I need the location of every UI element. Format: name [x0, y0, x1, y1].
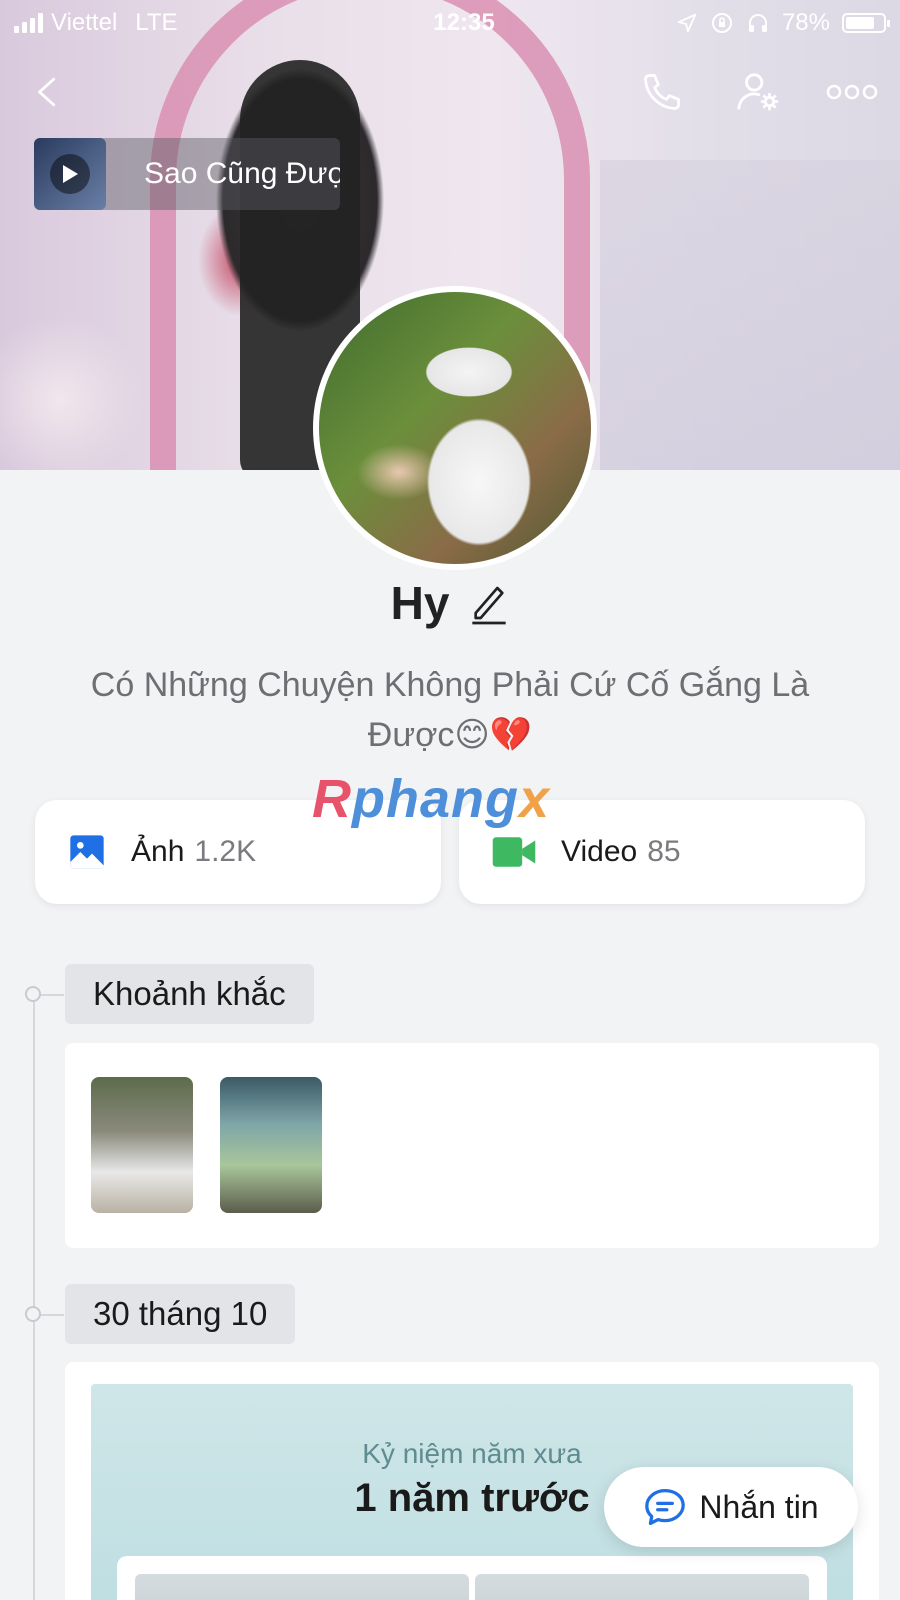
videos-count: 85: [647, 835, 681, 868]
message-button[interactable]: Nhắn tin: [604, 1467, 858, 1547]
back-button[interactable]: [20, 64, 76, 120]
moment-thumbnail[interactable]: [220, 1077, 322, 1213]
battery-percent: 78%: [781, 9, 830, 36]
signal-icon: [14, 13, 43, 33]
play-icon[interactable]: [50, 154, 90, 194]
timeline-line: [33, 994, 35, 1600]
image-icon: [70, 835, 104, 869]
moment-thumbnail[interactable]: [91, 1077, 193, 1213]
timeline-dot: [25, 1306, 41, 1322]
carrier-name: Viettel: [51, 9, 118, 36]
network-type: LTE: [135, 9, 178, 36]
location-icon: [677, 13, 697, 33]
phone-icon: [644, 74, 680, 110]
photos-count: 1.2K: [194, 835, 257, 868]
avatar[interactable]: [313, 286, 597, 570]
memory-photos[interactable]: [117, 1556, 827, 1600]
moments-strip: [65, 1043, 879, 1248]
more-button[interactable]: [824, 64, 880, 120]
music-cover-art: [34, 138, 106, 210]
more-horizontal-icon: [826, 84, 878, 100]
cover-wall: [600, 160, 900, 470]
profile-name: Hy: [390, 577, 450, 629]
status-bar: Viettel LTE 12:35 78%: [0, 0, 900, 46]
music-title: Sao Cũng Được: [144, 157, 340, 190]
profile-music-player[interactable]: Sao Cũng Được: [34, 138, 340, 210]
videos-label: Video: [561, 835, 638, 868]
clock: 12:35: [433, 9, 495, 36]
message-button-label: Nhắn tin: [699, 1488, 819, 1525]
photos-label: Ảnh: [131, 835, 185, 868]
call-button[interactable]: [634, 64, 690, 120]
moments-section-label: Khoảnh khắc: [65, 964, 314, 1024]
chat-bubble-icon: [645, 1489, 686, 1525]
profile-bio: Có Những Chuyện Không Phải Cứ Cố Gắng Là…: [90, 666, 810, 754]
user-settings-icon: [737, 73, 779, 111]
date-section-label: 30 tháng 10: [65, 1284, 296, 1344]
timeline-dot: [25, 986, 41, 1002]
pencil-icon[interactable]: [469, 581, 509, 625]
battery-icon: [842, 13, 890, 33]
chevron-left-icon: [38, 77, 56, 107]
profile-name-row: Hy: [0, 576, 900, 630]
watermark-logo: Rphangx: [312, 769, 551, 829]
profile-settings-button[interactable]: [730, 64, 786, 120]
memory-subtitle: Kỷ niệm năm xưa: [362, 1438, 582, 1469]
headphones-icon: [748, 14, 767, 32]
rotation-lock-icon: [711, 13, 732, 33]
video-camera-icon: [492, 837, 536, 867]
